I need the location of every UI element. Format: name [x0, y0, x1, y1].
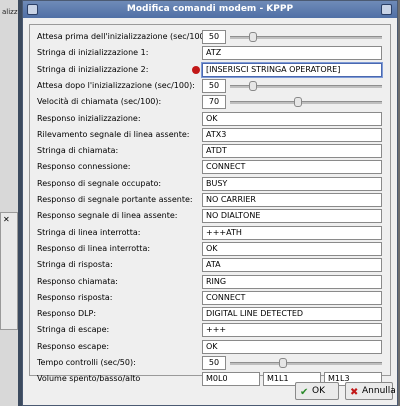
volume-input[interactable]: M0L0: [202, 372, 260, 387]
setting-row: Responso risposta: CONNECT: [30, 290, 392, 306]
slider-track: [230, 362, 382, 365]
setting-input[interactable]: ATDT: [202, 144, 382, 159]
cancel-button[interactable]: ✖ Annulla: [345, 382, 396, 400]
setting-row: Stringa di chiamata: ATDT: [30, 144, 392, 159]
settings-panel: Attesa prima dell'inizializzazione (sec/…: [29, 24, 392, 387]
close-icon[interactable]: ✕: [3, 215, 10, 224]
setting-input[interactable]: +++ATH: [202, 225, 382, 240]
setting-row: Stringa di escape: +++: [30, 323, 392, 338]
setting-row: Attesa prima dell'inizializzazione (sec/…: [30, 30, 392, 45]
setting-label: Responso risposta:: [37, 292, 113, 302]
setting-label: Stringa di linea interrotta:: [37, 227, 141, 237]
value-spinbox[interactable]: 50: [202, 78, 226, 93]
value-slider[interactable]: [230, 79, 382, 93]
setting-label: Attesa dopo l'inizializzazione (sec/100)…: [37, 80, 195, 90]
value-slider[interactable]: [230, 356, 382, 370]
value-spinbox[interactable]: 70: [202, 95, 226, 110]
setting-input[interactable]: NO DIALTONE: [202, 209, 382, 224]
setting-row: Responso di segnale occupato: BUSY: [30, 176, 392, 192]
setting-input[interactable]: CONNECT: [202, 160, 382, 175]
window-title: Modifica comandi modem - KPPP: [126, 4, 294, 14]
cancel-label: Annulla: [362, 386, 396, 396]
setting-input[interactable]: [INSERISCI STRINGA OPERATORE]: [202, 62, 382, 77]
slider-handle[interactable]: [294, 97, 303, 108]
check-icon: ✔: [300, 387, 309, 398]
setting-row: Responso di linea interrotta: OK: [30, 241, 392, 257]
volume-label: Volume spento/basso/alto: [37, 374, 141, 384]
setting-label: Tempo controlli (sec/50):: [37, 358, 136, 367]
setting-label: Velocità di chiamata (sec/100):: [37, 97, 162, 107]
ok-label: OK: [312, 386, 325, 396]
value-spinbox[interactable]: 50: [202, 30, 226, 44]
setting-label: Responso di segnale occupato:: [37, 178, 162, 188]
setting-row: Velocità di chiamata (sec/100): 70: [30, 95, 392, 110]
setting-label: Responso di linea interrotta:: [37, 243, 151, 253]
setting-row: Responso di segnale portante assente: NO …: [30, 193, 392, 208]
setting-input[interactable]: BUSY: [202, 176, 382, 191]
value-spinbox[interactable]: 50: [202, 356, 226, 370]
setting-label: Responso DLP:: [37, 309, 97, 319]
setting-label: Stringa di risposta:: [37, 260, 113, 270]
slider-handle[interactable]: [248, 80, 257, 91]
title-bar[interactable]: Modifica comandi modem - KPPP: [23, 1, 397, 18]
setting-input[interactable]: CONNECT: [202, 290, 382, 305]
setting-label: Attesa prima dell'inizializzazione (sec/…: [37, 32, 211, 41]
close-icon[interactable]: [381, 4, 392, 15]
cancel-icon: ✖: [350, 387, 359, 398]
setting-label: Stringa di inizializzazione 1:: [37, 48, 149, 58]
setting-input[interactable]: OK: [202, 339, 382, 354]
setting-row: Responso DLP: DIGITAL LINE DETECTED: [30, 307, 392, 322]
modem-commands-dialog: Modifica comandi modem - KPPP Attesa pri…: [22, 0, 398, 406]
setting-label: Stringa di escape:: [37, 325, 110, 335]
setting-label: Responso chiamata:: [37, 276, 118, 286]
setting-input[interactable]: ATX3: [202, 127, 382, 142]
value-slider[interactable]: [230, 30, 382, 44]
setting-row: Stringa di risposta: ATA: [30, 258, 392, 273]
background-window: [0, 0, 18, 406]
setting-label: Stringa di chiamata:: [37, 146, 119, 156]
setting-label: Stringa di inizializzazione 2:: [37, 64, 149, 74]
setting-input[interactable]: DIGITAL LINE DETECTED: [202, 307, 382, 322]
slider-handle[interactable]: [279, 358, 288, 368]
ok-button[interactable]: ✔ OK: [295, 382, 339, 400]
setting-label: Responso inizializzazione:: [37, 113, 141, 123]
setting-row: Responso connessione: CONNECT: [30, 160, 392, 175]
slider-handle[interactable]: [248, 32, 257, 42]
required-marker-icon: [192, 65, 200, 74]
setting-row: Stringa di linea interrotta: +++ATH: [30, 225, 392, 241]
setting-row: Attesa dopo l'inizializzazione (sec/100)…: [30, 78, 392, 94]
setting-input[interactable]: NO CARRIER: [202, 193, 382, 207]
setting-row: Responso segnale di linea assente: NO DIA…: [30, 209, 392, 224]
setting-input[interactable]: ATZ: [202, 46, 382, 61]
setting-row: Rilevamento segnale di linea assente: ATX…: [30, 127, 392, 143]
setting-row: Stringa di inizializzazione 1: ATZ: [30, 46, 392, 61]
setting-label: Responso segnale di linea assente:: [37, 211, 178, 221]
setting-input[interactable]: OK: [202, 111, 382, 126]
setting-label: Responso di segnale portante assente:: [37, 195, 193, 204]
setting-row: Stringa di inizializzazione 2: [INSERISCI…: [30, 62, 392, 78]
setting-row: Responso escape: OK: [30, 339, 392, 355]
setting-input[interactable]: OK: [202, 241, 382, 256]
slider-track: [230, 101, 382, 105]
setting-label: Responso escape:: [37, 341, 110, 351]
value-slider[interactable]: [230, 95, 382, 109]
setting-label: Responso connessione:: [37, 162, 131, 172]
setting-row: Tempo controlli (sec/50): 50: [30, 356, 392, 371]
background-dialog: ✕: [0, 212, 18, 330]
setting-input[interactable]: +++: [202, 323, 382, 338]
setting-row: Responso inizializzazione: OK: [30, 111, 392, 127]
setting-input[interactable]: RING: [202, 274, 382, 289]
setting-row: Responso chiamata: RING: [30, 274, 392, 290]
setting-label: Rilevamento segnale di linea assente:: [37, 129, 190, 139]
setting-input[interactable]: ATA: [202, 258, 382, 273]
